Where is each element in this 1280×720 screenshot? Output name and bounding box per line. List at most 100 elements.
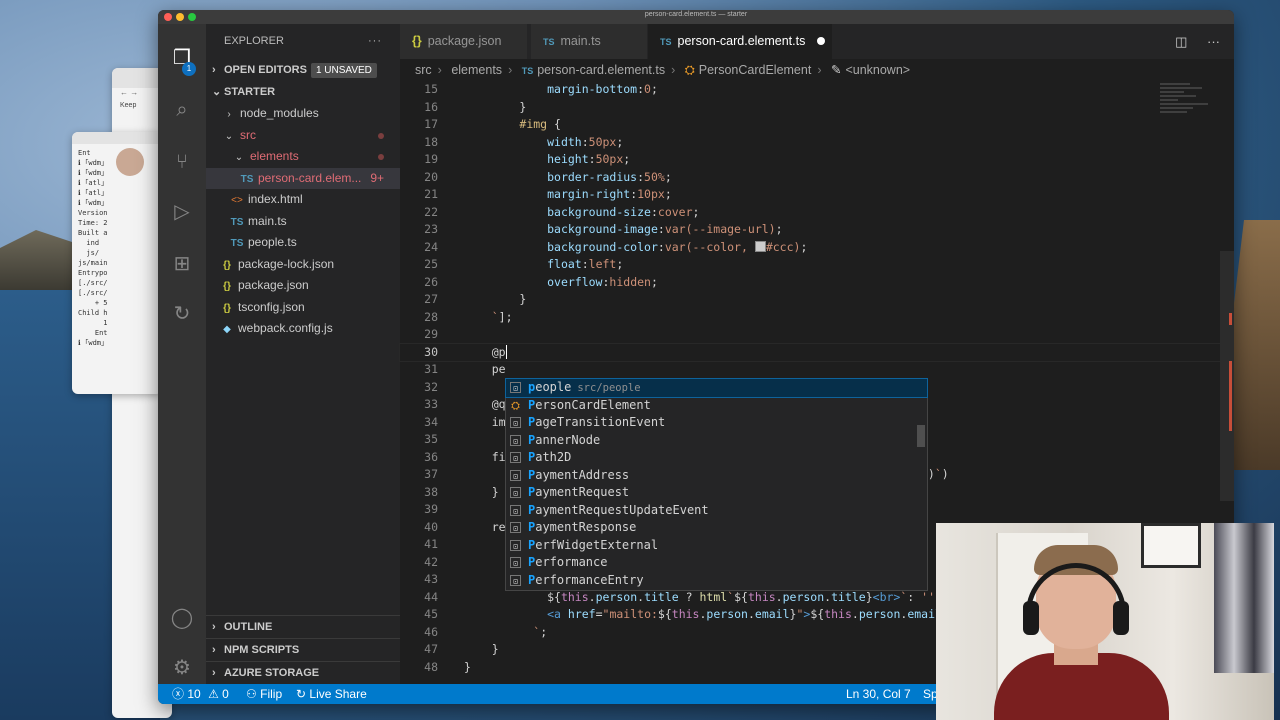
run-debug-icon[interactable]: ▷ [170,200,194,224]
section-npm-scripts[interactable]: › NPM SCRIPTS [206,638,400,661]
live-share-icon[interactable]: ↻ [170,302,194,326]
code-line[interactable]: 21 margin-right:10px; [400,186,1234,204]
minimap[interactable] [1160,81,1220,141]
suggestion-item[interactable]: ⊡ PannerNode [506,432,927,450]
code-line[interactable]: 22 background-size:cover; [400,204,1234,222]
tree-item-webpack-config-js[interactable]: ◆ webpack.config.js [206,318,400,340]
titlebar: person-card.element.ts — starter [158,10,1234,24]
suggestion-label: erformanceEntry [535,572,644,587]
terminal-line: Version [78,209,108,217]
sidebar-bottom-sections: › OUTLINE › NPM SCRIPTS › AZURE STORAGE [206,615,400,684]
code-text: `; [533,624,548,639]
code-line[interactable]: 24 background-color:var(--color, #ccc); [400,239,1234,257]
json-file-icon: {} [223,281,231,292]
section-azure-storage[interactable]: › AZURE STORAGE [206,661,400,684]
tab-person-card-element[interactable]: TS person-card.element.ts [648,24,832,59]
code-text: @p [464,344,507,359]
tree-item-label: people.ts [248,235,297,249]
breadcrumb-file[interactable]: person-card.element.ts [537,63,665,77]
code-text: background-color:var(--color, #ccc); [547,239,808,254]
suggestion-item[interactable]: ⊡ PaymentResponse [506,519,927,537]
variable-icon: ⊡ [510,382,521,393]
terminal-line: Built a [78,229,108,237]
line-number: 19 [424,152,438,166]
warning-icon: ⚠ [208,687,219,701]
tab-main-ts[interactable]: TS main.ts [531,24,647,59]
suggestion-item[interactable]: ⊡ PaymentAddress [506,467,927,485]
code-text: pe [464,362,506,376]
line-number: 25 [424,257,438,271]
account-status[interactable]: ⚇ Filip [246,684,282,704]
live-share-status[interactable]: ↻ Live Share [296,684,367,704]
error-icon: ⓧ [172,687,185,701]
code-line[interactable]: 16 } [400,99,1234,117]
code-line[interactable]: 15 margin-bottom:0; [400,81,1234,99]
terminal-output: Ent ℹ ｢wdm｣ ℹ ｢wdm｣ ℹ ｢atl｣ ℹ ｢atl｣ ℹ ｢wdm｣ Ve… [72,144,162,352]
suggestion-item[interactable]: ⊡ PaymentRequest [506,484,927,502]
extensions-icon[interactable]: ⊞ [170,252,194,276]
chevron-down-icon: ⌄ [234,152,244,163]
code-line[interactable]: 19 height:50px; [400,151,1234,169]
suggestion-item[interactable]: ⊡ PerformanceEntry [506,572,927,590]
workspace-section[interactable]: ⌄ STARTER [206,81,400,103]
tree-item-people-ts[interactable]: TS people.ts [206,232,400,254]
more-actions-icon[interactable]: ··· [1207,34,1220,49]
section-outline[interactable]: › OUTLINE [206,615,400,638]
terminal-line: ℹ ｢wdm｣ [78,339,105,347]
suggestion-scrollbar[interactable] [917,425,925,447]
cursor-position[interactable]: Ln 30, Col 7 [846,684,911,704]
variable-icon: ⊡ [510,557,521,568]
background-terminal-window[interactable]: Ent ℹ ｢wdm｣ ℹ ｢wdm｣ ℹ ｢atl｣ ℹ ｢atl｣ ℹ ｢wdm｣ Ve… [72,132,162,394]
account-icon[interactable]: ◯ [170,606,194,630]
code-line[interactable]: 17 #img { [400,116,1234,134]
suggestion-item[interactable]: ⊡ Path2D [506,449,927,467]
explorer-more-button[interactable]: ··· [368,24,382,59]
breadcrumb-src[interactable]: src [415,63,432,77]
breadcrumb-elements[interactable]: elements [451,63,502,77]
code-line[interactable]: 30 @p [399,342,1234,362]
code-line[interactable]: 25 float:left; [400,256,1234,274]
tree-item-elements[interactable]: ⌄ elements [206,146,400,168]
source-control-icon[interactable]: ⑂ [170,150,194,174]
tree-item-person-card-elem[interactable]: TS person-card.elem... 9+ [206,167,400,189]
open-editors-section[interactable]: › OPEN EDITORS 1 UNSAVED [206,59,400,81]
code-line[interactable]: 27 } [400,291,1234,309]
code-line[interactable]: 23 background-image:var(--image-url); [400,221,1234,239]
tab-package-json[interactable]: {} package.json [400,24,527,59]
breadcrumb-symbol[interactable]: <unknown> [845,63,910,77]
suggestion-widget[interactable]: ⊡ people src/people ⛭ PersonCardElement ⊡ Page… [505,378,928,591]
terminal-line: Time: 2 [78,219,108,227]
code-line[interactable]: 28 `]; [400,309,1234,327]
settings-gear-icon[interactable]: ⚙ [170,656,194,680]
code-line[interactable]: 29 [400,326,1234,344]
line-number: 40 [424,519,438,534]
tree-item-main-ts[interactable]: TS main.ts [206,211,400,233]
search-icon[interactable]: ⌕ [170,98,194,122]
unsaved-dot-icon[interactable] [817,37,826,45]
split-editor-icon[interactable]: ◫ [1175,34,1187,49]
suggestion-item[interactable]: ⊡ PerfWidgetExternal [506,537,927,555]
code-line[interactable]: 18 width:50px; [400,134,1234,152]
line-number: 37 [424,467,438,481]
tree-item-tsconfig-json[interactable]: {} tsconfig.json [206,297,400,319]
suggestion-item[interactable]: ⊡ PageTransitionEvent [506,414,927,432]
suggestion-item[interactable]: ⊡ Performance [506,554,927,572]
tree-item-label: src [240,127,256,142]
tree-item-package-lock-json[interactable]: {} package-lock.json [206,254,400,276]
breadcrumb-class[interactable]: PersonCardElement [699,63,812,77]
suggestion-item[interactable]: ⛭ PersonCardElement [506,397,927,415]
code-line[interactable]: 26 overflow:hidden; [400,274,1234,292]
code-line[interactable]: 31 pe [400,361,1234,379]
terminal-line: 1 [78,319,108,327]
suggestion-item[interactable]: ⊡ people src/people [505,378,928,398]
line-number: 24 [424,239,438,254]
ts-file-icon: TS [240,173,254,185]
suggestion-item[interactable]: ⊡ PaymentRequestUpdateEvent [506,502,927,520]
tree-item-node-modules[interactable]: › node_modules [206,103,400,125]
tree-item-index-html[interactable]: <> index.html [206,189,400,211]
ts-file-icon: TS [521,66,534,76]
problems-status[interactable]: ⓧ 10 ⚠ 0 [172,684,229,704]
tree-item-src[interactable]: ⌄ src [206,125,400,147]
tree-item-package-json[interactable]: {} package.json [206,275,400,297]
code-line[interactable]: 20 border-radius:50%; [400,169,1234,187]
